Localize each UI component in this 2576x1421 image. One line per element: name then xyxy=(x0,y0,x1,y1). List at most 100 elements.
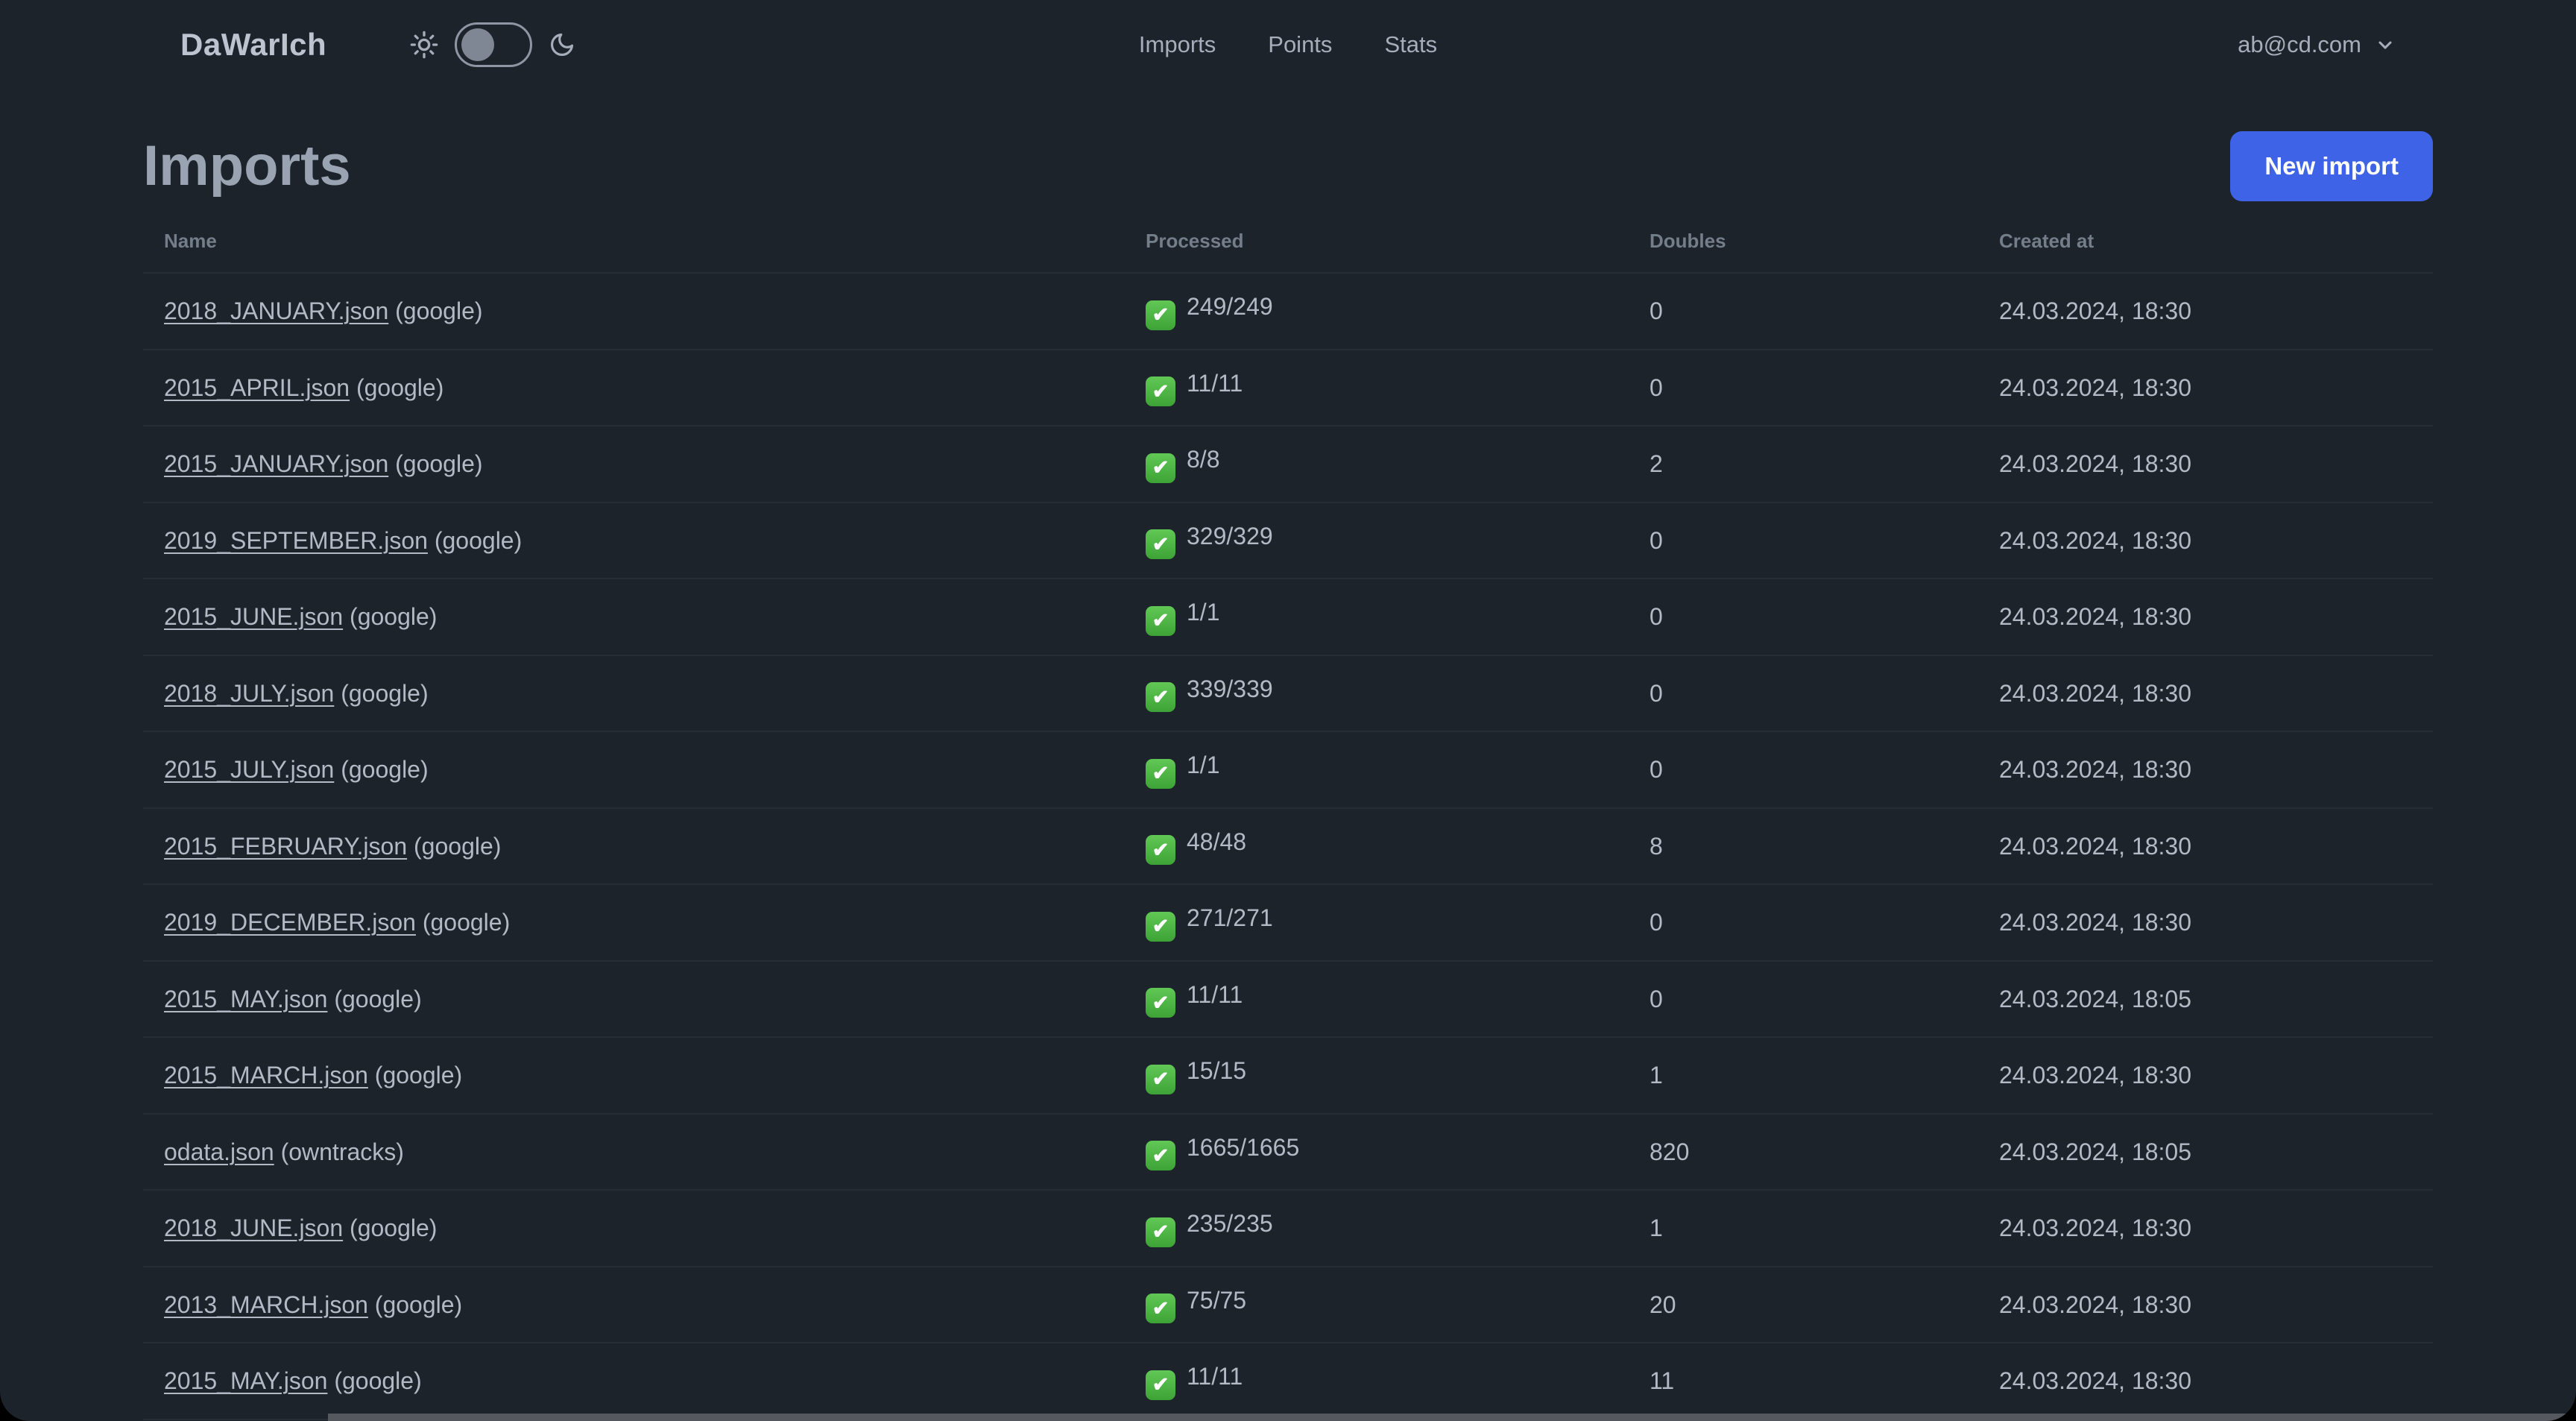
doubles-cell: 0 xyxy=(1629,502,1978,579)
created-at-cell: 24.03.2024, 18:30 xyxy=(1978,579,2433,656)
table-row: 2015_FEBRUARY.json (google) 48/48 8 24.0… xyxy=(143,807,2433,885)
doubles-cell: 0 xyxy=(1629,960,1978,1038)
main-nav: Imports Points Stats xyxy=(1139,0,1437,89)
table-row: 2018_JANUARY.json (google) 249/249 0 24.… xyxy=(143,273,2433,350)
toggle-knob xyxy=(461,28,495,61)
created-at-cell: 24.03.2024, 18:30 xyxy=(1978,807,2433,885)
import-source-label: (google) xyxy=(350,1214,438,1242)
import-file-link[interactable]: 2018_JULY.json xyxy=(164,680,334,707)
column-header-processed: Processed xyxy=(1125,218,1629,274)
import-file-link[interactable]: 2015_JUNE.json xyxy=(164,603,343,630)
table-row: 2019_SEPTEMBER.json (google) 329/329 0 2… xyxy=(143,502,2433,579)
white-check-mark-icon xyxy=(1146,453,1175,483)
imports-page: Imports New import Name Processed Double… xyxy=(0,89,2576,1421)
nav-link-stats[interactable]: Stats xyxy=(1384,31,1437,58)
import-source-label: (google) xyxy=(395,450,483,478)
nav-link-points[interactable]: Points xyxy=(1268,31,1332,58)
account-email: ab@cd.com xyxy=(2238,31,2361,57)
name-cell: 2013_MARCH.json (google) xyxy=(143,1266,1125,1343)
processed-count: 235/235 xyxy=(1187,1210,1273,1237)
doubles-cell: 0 xyxy=(1629,884,1978,962)
processed-cell: 1/1 xyxy=(1125,579,1629,656)
import-file-link[interactable]: 2018_JUNE.json xyxy=(164,1214,343,1241)
doubles-cell: 0 xyxy=(1629,731,1978,809)
white-check-mark-icon xyxy=(1146,988,1175,1018)
doubles-cell: 820 xyxy=(1629,1113,1978,1191)
doubles-cell: 8 xyxy=(1629,807,1978,885)
import-file-link[interactable]: 2018_JANUARY.json xyxy=(164,297,388,324)
white-check-mark-icon xyxy=(1146,1141,1175,1170)
import-file-link[interactable]: 2015_JANUARY.json xyxy=(164,450,388,477)
account-menu[interactable]: ab@cd.com xyxy=(2238,31,2396,58)
name-cell: 2015_MAY.json (google) xyxy=(143,960,1125,1038)
import-file-link[interactable]: 2015_MAY.json xyxy=(164,986,327,1012)
theme-toggle-switch[interactable] xyxy=(455,22,533,67)
processed-cell: 249/249 xyxy=(1125,273,1629,350)
import-source-label: (google) xyxy=(395,297,483,325)
import-source-label: (google) xyxy=(334,1367,422,1395)
import-file-link[interactable]: 2015_MARCH.json xyxy=(164,1062,368,1088)
new-import-button[interactable]: New import xyxy=(2230,131,2433,201)
white-check-mark-icon xyxy=(1146,911,1175,942)
nav-link-imports[interactable]: Imports xyxy=(1139,31,1216,58)
processed-count: 75/75 xyxy=(1187,1286,1247,1314)
import-source-label: (google) xyxy=(334,985,422,1012)
name-cell: odata.json (owntracks) xyxy=(143,1113,1125,1191)
name-cell: 2019_SEPTEMBER.json (google) xyxy=(143,502,1125,579)
import-file-link[interactable]: 2013_MARCH.json xyxy=(164,1291,368,1318)
imports-table: Name Processed Doubles Created at 2018_J… xyxy=(143,218,2433,1421)
doubles-cell: 0 xyxy=(1629,655,1978,732)
table-row: 2015_MARCH.json (google) 15/15 1 24.03.2… xyxy=(143,1037,2433,1115)
processed-cell: 271/271 xyxy=(1125,884,1629,962)
name-cell: 2015_MARCH.json (google) xyxy=(143,1037,1125,1115)
processed-count: 339/339 xyxy=(1187,675,1273,702)
table-row: 2019_DECEMBER.json (google) 271/271 0 24… xyxy=(143,884,2433,962)
doubles-cell: 0 xyxy=(1629,579,1978,656)
navbar: DaWarIch Imports Points Stats ab@cd.com xyxy=(0,0,2576,89)
import-file-link[interactable]: 2015_MAY.json xyxy=(164,1367,327,1394)
processed-count: 1/1 xyxy=(1187,752,1220,778)
import-file-link[interactable]: odata.json xyxy=(164,1138,274,1165)
import-file-link[interactable]: 2015_FEBRUARY.json xyxy=(164,833,407,860)
processed-count: 8/8 xyxy=(1187,446,1220,473)
white-check-mark-icon xyxy=(1146,758,1175,789)
table-row: odata.json (owntracks) 1665/1665 820 24.… xyxy=(143,1113,2433,1191)
processed-count: 15/15 xyxy=(1187,1057,1247,1084)
processed-count: 11/11 xyxy=(1187,369,1243,397)
name-cell: 2019_DECEMBER.json (google) xyxy=(143,884,1125,962)
white-check-mark-icon xyxy=(1146,682,1175,712)
processed-count: 271/271 xyxy=(1187,904,1273,931)
moon-icon xyxy=(551,33,574,56)
import-source-label: (google) xyxy=(341,756,429,784)
chevron-down-icon xyxy=(2378,41,2392,49)
created-at-cell: 24.03.2024, 18:30 xyxy=(1978,1037,2433,1115)
import-source-label: (google) xyxy=(341,679,429,707)
import-file-link[interactable]: 2015_APRIL.json xyxy=(164,374,350,401)
created-at-cell: 24.03.2024, 18:30 xyxy=(1978,273,2433,350)
column-header-doubles: Doubles xyxy=(1629,218,1978,274)
created-at-cell: 24.03.2024, 18:30 xyxy=(1978,1266,2433,1343)
app-logo[interactable]: DaWarIch xyxy=(180,27,326,63)
processed-cell: 11/11 xyxy=(1125,1343,1629,1420)
name-cell: 2015_APRIL.json (google) xyxy=(143,349,1125,426)
table-row: 2015_JULY.json (google) 1/1 0 24.03.2024… xyxy=(143,731,2433,809)
created-at-cell: 24.03.2024, 18:30 xyxy=(1978,1343,2433,1420)
import-file-link[interactable]: 2019_SEPTEMBER.json xyxy=(164,527,428,554)
sun-icon xyxy=(410,31,438,59)
import-file-link[interactable]: 2019_DECEMBER.json xyxy=(164,909,416,936)
created-at-cell: 24.03.2024, 18:30 xyxy=(1978,884,2433,962)
import-source-label: (google) xyxy=(414,832,502,860)
table-row: 2013_MARCH.json (google) 75/75 20 24.03.… xyxy=(143,1266,2433,1343)
horizontal-scrollbar-thumb[interactable] xyxy=(328,1414,2576,1421)
created-at-cell: 24.03.2024, 18:30 xyxy=(1978,426,2433,503)
column-header-created-at: Created at xyxy=(1978,218,2433,274)
table-row: 2015_JUNE.json (google) 1/1 0 24.03.2024… xyxy=(143,579,2433,656)
theme-toggle[interactable] xyxy=(410,22,575,67)
doubles-cell: 20 xyxy=(1629,1266,1978,1343)
processed-count: 249/249 xyxy=(1187,293,1273,320)
table-row: 2015_JANUARY.json (google) 8/8 2 24.03.2… xyxy=(143,426,2433,503)
white-check-mark-icon xyxy=(1146,605,1175,636)
table-row: 2015_APRIL.json (google) 11/11 0 24.03.2… xyxy=(143,349,2433,426)
import-file-link[interactable]: 2015_JULY.json xyxy=(164,756,334,783)
doubles-cell: 2 xyxy=(1629,426,1978,503)
